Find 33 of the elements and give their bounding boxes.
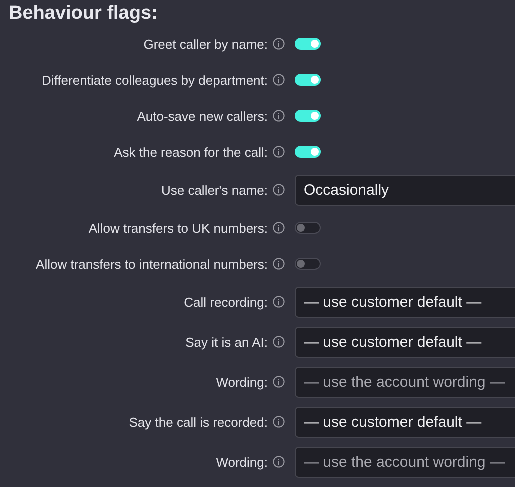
toggle-switch[interactable] (295, 258, 321, 270)
section-title: Behaviour flags: (8, 2, 159, 26)
field-label: Differentiate colleagues by department: (41, 72, 268, 88)
info-icon[interactable] (273, 336, 285, 348)
field-label: Call recording: (183, 294, 268, 310)
field-label: Ask the reason for the call: (113, 144, 268, 160)
field-label: Use caller's name: (160, 182, 268, 198)
select-field[interactable]: — use customer default — (295, 406, 515, 438)
field-label: Wording: (215, 454, 268, 470)
info-icon[interactable] (273, 146, 285, 158)
info-icon[interactable] (273, 74, 285, 86)
field-label: Allow transfers to international numbers: (35, 256, 268, 272)
select-field[interactable]: — use customer default — (295, 286, 515, 318)
input-field[interactable]: — use the account wording — (295, 366, 515, 398)
field-label: Wording: (215, 374, 268, 390)
field-label: Allow transfers to UK numbers: (88, 220, 268, 236)
field-label: Auto-save new callers: (136, 108, 268, 124)
info-icon[interactable] (273, 258, 285, 270)
info-icon[interactable] (273, 416, 285, 428)
info-icon[interactable] (273, 110, 285, 122)
field-label: Say the call is recorded: (128, 414, 268, 430)
select-field[interactable]: — use customer default — (295, 326, 515, 358)
info-icon[interactable] (273, 222, 285, 234)
info-icon[interactable] (273, 296, 285, 308)
info-icon[interactable] (273, 456, 285, 468)
toggle-switch[interactable] (295, 222, 321, 234)
info-icon[interactable] (273, 184, 285, 196)
field-label: Say it is an AI: (184, 334, 268, 350)
select-field[interactable]: Occasionally (295, 174, 515, 206)
info-icon[interactable] (273, 38, 285, 50)
input-field[interactable]: — use the account wording — (295, 446, 515, 478)
field-label: Greet caller by name: (142, 36, 268, 52)
info-icon[interactable] (273, 376, 285, 388)
